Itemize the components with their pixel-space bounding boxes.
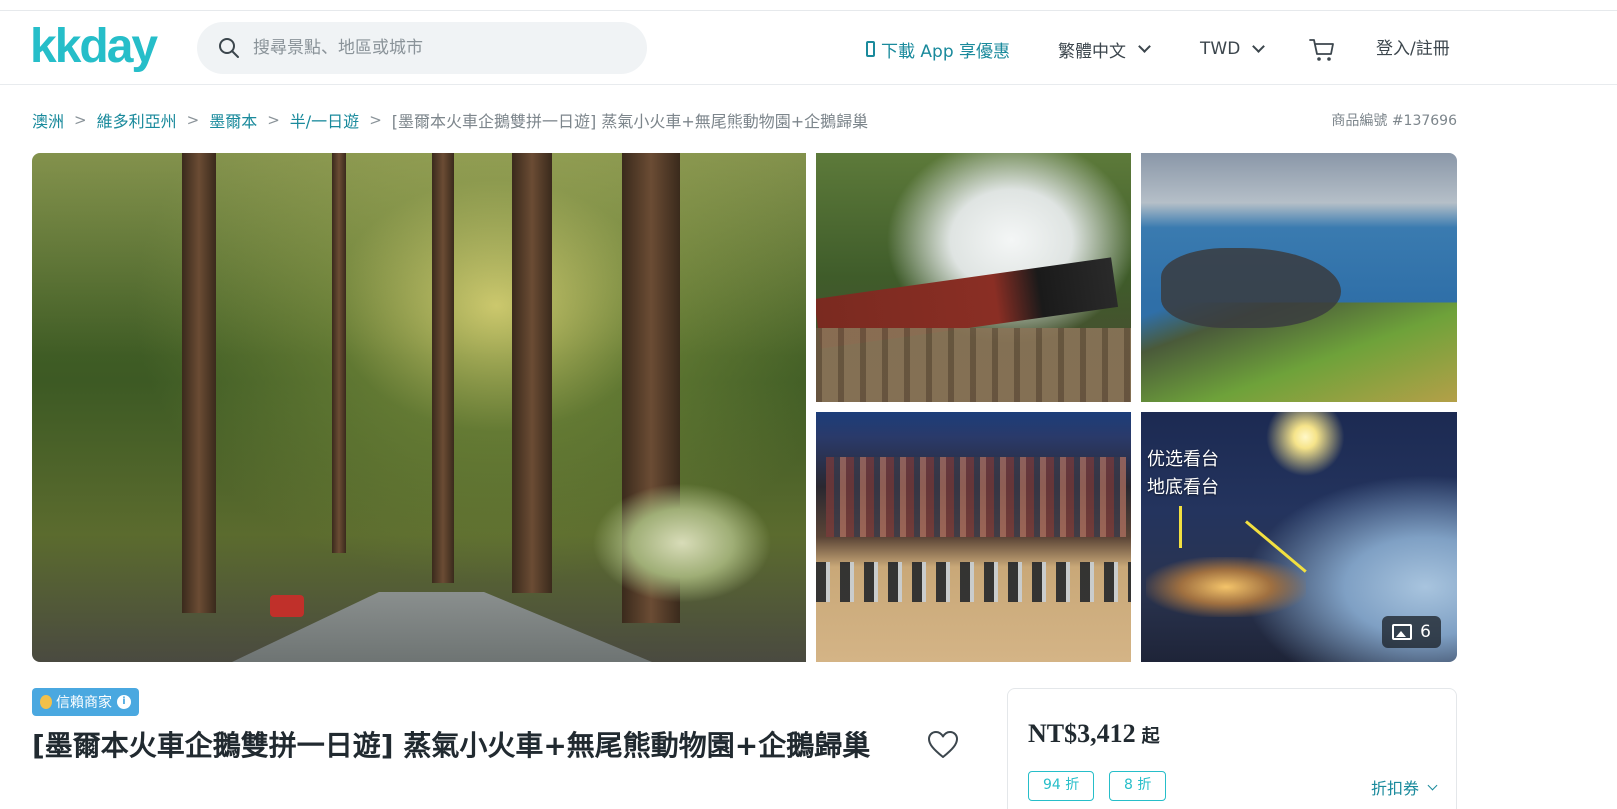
lit-viewing-stand (1146, 557, 1306, 617)
image-icon (1392, 624, 1413, 640)
overlay-line-2: 地底看台 (1147, 477, 1219, 498)
red-car (270, 595, 304, 617)
medal-icon (40, 695, 52, 709)
breadcrumb-separator: > (369, 111, 382, 129)
price-suffix: 起 (1141, 726, 1160, 747)
search-bar[interactable] (197, 22, 647, 74)
gallery-image-penguin-parade[interactable] (816, 412, 1131, 662)
download-app-link[interactable]: 下載 App 享優惠 (866, 37, 1011, 62)
breadcrumb-current: [墨爾本火車企鵝雙拼一日遊] 蒸氣小火車+無尾熊動物園+企鵝歸巢 (391, 112, 869, 131)
price-card: NT$3,412 起 94 折 8 折 折扣券 (1007, 688, 1457, 809)
breadcrumb-australia[interactable]: 澳洲 (32, 108, 64, 132)
coupon-tag[interactable]: 94 折 (1028, 771, 1095, 801)
breadcrumb-day-tours[interactable]: 半/一日遊 (290, 108, 359, 132)
gallery-image-steam-train[interactable] (816, 153, 1131, 402)
discount-coupon-label: 折扣券 (1370, 779, 1419, 798)
gallery-image-viewing-platform[interactable]: 优选看台 地底看台 6 (1141, 412, 1457, 662)
badge-label: 信賴商家 (56, 695, 112, 711)
coupon-tag[interactable]: 8 折 (1109, 771, 1167, 801)
site-header: kkday 下載 App 享優惠 繁體中文 TWD 登入/註冊 (0, 11, 1617, 85)
coastal-rocks (1161, 248, 1341, 328)
image-overlay-text: 优选看台 地底看台 (1147, 446, 1219, 502)
chevron-down-icon (1138, 39, 1151, 53)
product-title: [墨爾本火車企鵝雙拼一日遊] 蒸氣小火車+無尾熊動物園+企鵝歸巢 (32, 729, 871, 762)
photo-gallery: 优选看台 地底看台 6 (32, 153, 1457, 662)
product-id: 商品編號 #137696 (1331, 113, 1457, 129)
photo-count-label: 6 (1420, 622, 1431, 642)
photo-count-button[interactable]: 6 (1382, 616, 1441, 648)
overlay-line-1: 优选看台 (1147, 449, 1219, 470)
trestle-bridge (816, 328, 1131, 402)
kkday-logo[interactable]: kkday (30, 21, 160, 73)
currency-label: TWD (1200, 39, 1241, 59)
fern (592, 483, 772, 603)
chevron-down-icon (1427, 780, 1438, 790)
price-display: NT$3,412 起 (1028, 719, 1160, 749)
login-register-link[interactable]: 登入/註冊 (1376, 37, 1450, 61)
breadcrumb-melbourne[interactable]: 墨爾本 (209, 108, 257, 132)
breadcrumb: 澳洲 > 維多利亞州 > 墨爾本 > 半/一日遊 > [墨爾本火車企鵝雙拼一日遊… (32, 108, 868, 132)
phone-icon (866, 41, 875, 57)
language-selector[interactable]: 繁體中文 (1058, 37, 1151, 62)
breadcrumb-separator: > (74, 111, 87, 129)
chevron-down-icon (1252, 39, 1266, 53)
tree-trunk (182, 153, 216, 613)
breadcrumb-separator: > (267, 111, 280, 129)
language-label: 繁體中文 (1058, 41, 1126, 62)
discount-coupon-dropdown[interactable]: 折扣券 (1370, 775, 1438, 799)
search-icon (219, 38, 239, 58)
breadcrumb-victoria[interactable]: 維多利亞州 (97, 108, 177, 132)
price-value: NT$3,412 (1028, 719, 1136, 748)
breadcrumb-separator: > (186, 111, 200, 129)
info-icon: i (117, 695, 131, 709)
gallery-image-coastline[interactable] (1141, 153, 1457, 402)
trusted-merchant-badge[interactable]: 信賴商家 i (32, 688, 139, 716)
download-app-label: 下載 App 享優惠 (881, 41, 1011, 62)
currency-selector[interactable]: TWD (1200, 37, 1266, 61)
gallery-image-forest[interactable] (32, 153, 806, 662)
penguins (816, 562, 1131, 602)
tree-trunk (332, 153, 346, 553)
tree-trunk (432, 153, 454, 583)
search-input[interactable] (253, 22, 633, 74)
viewing-crowd (826, 457, 1126, 537)
tree-trunk (512, 153, 552, 593)
cart-icon[interactable] (1308, 36, 1336, 64)
heart-icon[interactable] (926, 730, 960, 760)
arrow-icon (1179, 506, 1182, 548)
